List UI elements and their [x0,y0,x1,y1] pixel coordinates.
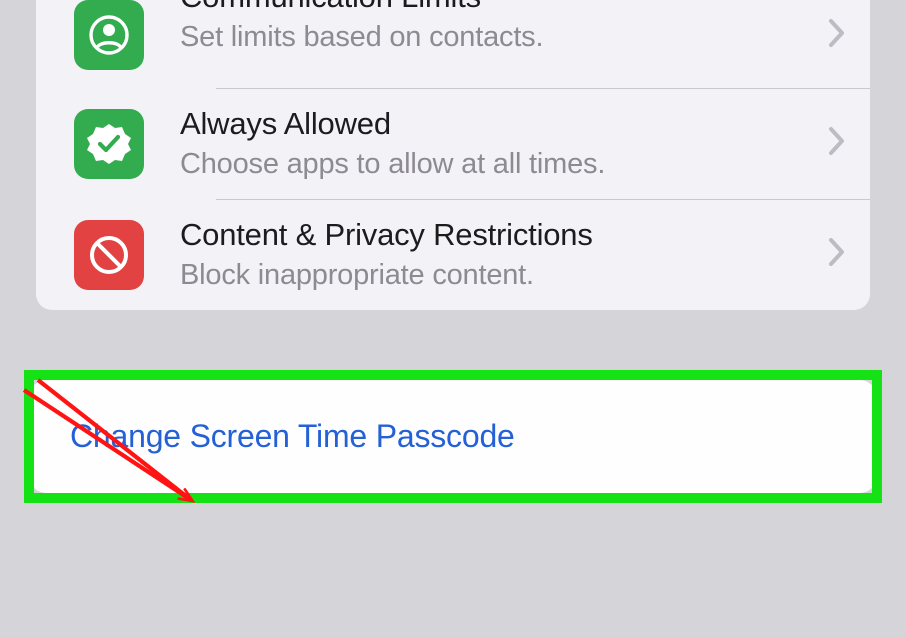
verified-badge-icon [74,109,144,179]
chevron-right-icon [828,18,846,53]
change-passcode-button[interactable]: Change Screen Time Passcode [30,380,876,493]
row-title: Communication Limits [180,0,820,15]
chevron-right-icon [828,237,846,272]
row-subtitle: Choose apps to allow at all times. [180,148,820,181]
row-communication-limits[interactable]: Communication Limits Set limits based on… [36,0,870,88]
row-subtitle: Block inappropriate content. [180,259,820,292]
row-always-allowed[interactable]: Always Allowed Choose apps to allow at a… [36,88,870,199]
row-text: Content & Privacy Restrictions Block ina… [180,217,820,292]
change-passcode-label: Change Screen Time Passcode [70,418,515,454]
row-text: Always Allowed Choose apps to allow at a… [180,106,820,181]
row-title: Content & Privacy Restrictions [180,217,820,253]
person-circle-icon [74,0,144,70]
row-text: Communication Limits Set limits based on… [180,17,820,54]
no-entry-icon [74,220,144,290]
change-passcode-section: Change Screen Time Passcode [30,380,876,493]
settings-group: Communication Limits Set limits based on… [36,0,870,310]
row-content-privacy[interactable]: Content & Privacy Restrictions Block ina… [36,199,870,310]
row-title: Always Allowed [180,106,820,142]
chevron-right-icon [828,126,846,161]
row-subtitle: Set limits based on contacts. [180,21,820,54]
